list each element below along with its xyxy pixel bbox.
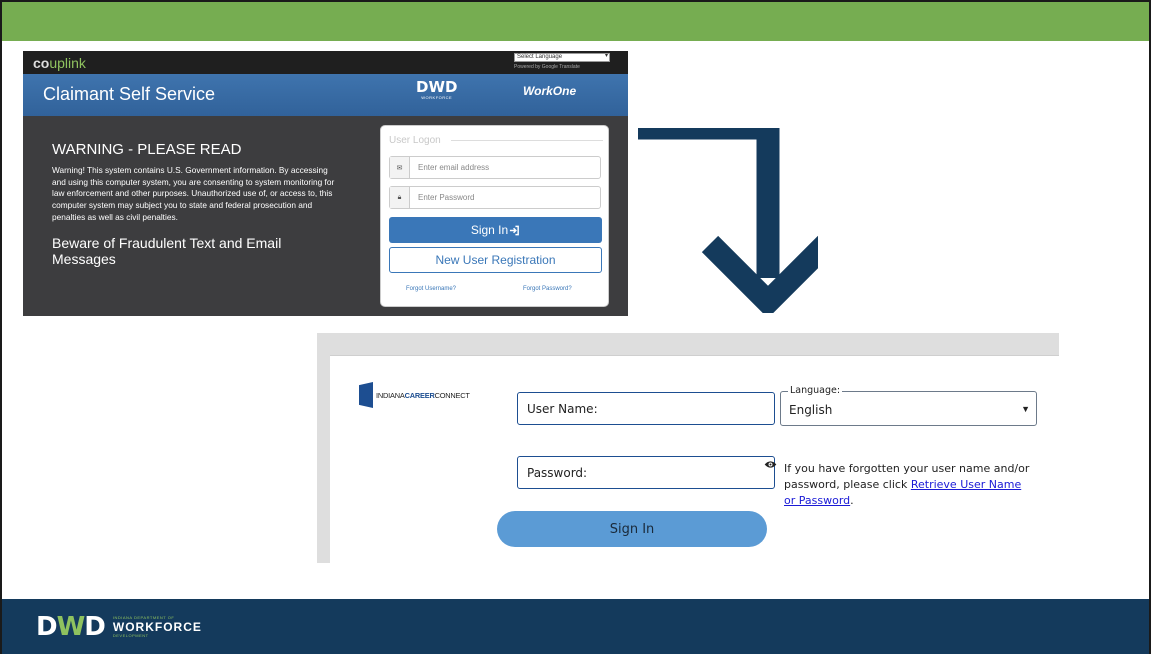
warning-block: WARNING - PLEASE READ Warning! This syst… <box>52 141 342 267</box>
workone-logo: WorkOne <box>523 84 576 98</box>
language-value: English <box>789 403 833 417</box>
icc-logo-connect: CONNECT <box>434 391 470 400</box>
footer-bar: DWD INDIANA DEPARTMENT OF WORKFORCE DEVE… <box>2 599 1149 654</box>
sign-in-button[interactable]: Sign In <box>389 217 602 243</box>
icc-logo-indiana: INDIANA <box>376 391 405 400</box>
fraud-warning-title: Beware of Fraudulent Text and Email Mess… <box>52 234 282 267</box>
transition-arrow-icon <box>638 128 818 313</box>
forgot-username-link[interactable]: Forgot Username? <box>406 286 456 292</box>
new-user-registration-button[interactable]: New User Registration <box>389 247 602 273</box>
warning-text: Warning! This system contains U.S. Gover… <box>52 165 335 222</box>
sign-in-icon <box>510 225 520 235</box>
icc-sign-in-button[interactable]: Sign In <box>497 511 767 547</box>
sign-in-label: Sign In <box>470 223 509 237</box>
dwd-workforce: WORKFORCE <box>112 620 202 634</box>
email-field[interactable]: ✉ Enter email address <box>389 156 601 179</box>
dwd-logo-mark: DWD <box>36 612 106 642</box>
caret-down-icon: ▼ <box>1021 404 1030 414</box>
language-dropdown[interactable]: Language: English ▼ <box>780 385 1037 426</box>
language-select[interactable]: Select Language <box>514 53 610 62</box>
lock-icon: 🔒︎ <box>390 187 410 208</box>
uplink-logo: couplink <box>33 55 86 71</box>
dwd-small-mark: DWD <box>416 78 458 96</box>
uplink-logo-text: uplink <box>49 55 86 71</box>
user-logon-panel: User Logon ✉ Enter email address 🔒︎ Ente… <box>380 125 609 307</box>
dwd-logo-text: INDIANA DEPARTMENT OF WORKFORCE DEVELOPM… <box>113 616 202 638</box>
email-placeholder: Enter email address <box>418 163 490 172</box>
dwd-letter-w: W <box>56 612 86 642</box>
icc-logo-text: INDIANACAREERCONNECT <box>376 391 470 400</box>
dwd-development: DEVELOPMENT <box>112 633 149 638</box>
workone-text: WorkOne <box>523 84 577 98</box>
indiana-career-connect-logo: INDIANACAREERCONNECT <box>359 382 470 408</box>
dwd-logo-small: DWD WORKFORCE <box>416 78 458 101</box>
icc-screenshot: INDIANACAREERCONNECT User Name: Password… <box>317 333 1059 563</box>
password-placeholder: Enter Password <box>418 193 475 202</box>
uplink-header-title: Claimant Self Service <box>43 84 216 104</box>
forgot-credentials-text: If you have forgotten your user name and… <box>784 461 1034 509</box>
logon-legend-text: User Logon <box>389 135 441 146</box>
forgot-password-link[interactable]: Forgot Password? <box>523 286 572 292</box>
language-label: Language: <box>788 385 843 396</box>
uplink-header: Claimant Self Service DWD WORKFORCE Work… <box>23 74 628 116</box>
icc-logo-career: CAREER <box>404 391 435 400</box>
eye-icon[interactable] <box>764 460 777 469</box>
google-translate-credit: Powered by Google Translate <box>514 64 580 70</box>
icc-login-panel: INDIANACAREERCONNECT User Name: Password… <box>330 355 1059 563</box>
warning-title: WARNING - PLEASE READ <box>52 141 242 158</box>
password-input[interactable]: Password: <box>517 456 775 489</box>
dwd-letter-d: D <box>36 612 58 642</box>
uplink-screenshot: couplink Select Language Powered by Goog… <box>23 51 628 316</box>
dwd-small-tagline: WORKFORCE <box>421 95 453 100</box>
logon-legend: User Logon <box>389 135 603 146</box>
indiana-shape-icon <box>359 382 373 408</box>
envelope-icon: ✉ <box>390 157 410 178</box>
password-field[interactable]: 🔒︎ Enter Password <box>389 186 601 209</box>
uplink-logo-co: co <box>33 55 50 71</box>
dwd-footer-logo: DWD INDIANA DEPARTMENT OF WORKFORCE DEVE… <box>36 614 202 640</box>
username-input[interactable]: User Name: <box>517 392 775 425</box>
slide: couplink Select Language Powered by Goog… <box>0 0 1151 654</box>
dwd-letter-d2: D <box>84 612 106 642</box>
forgot-text-end: . <box>850 494 854 507</box>
top-accent-bar <box>2 0 1149 41</box>
uplink-top-bar: couplink Select Language Powered by Goog… <box>23 51 628 74</box>
